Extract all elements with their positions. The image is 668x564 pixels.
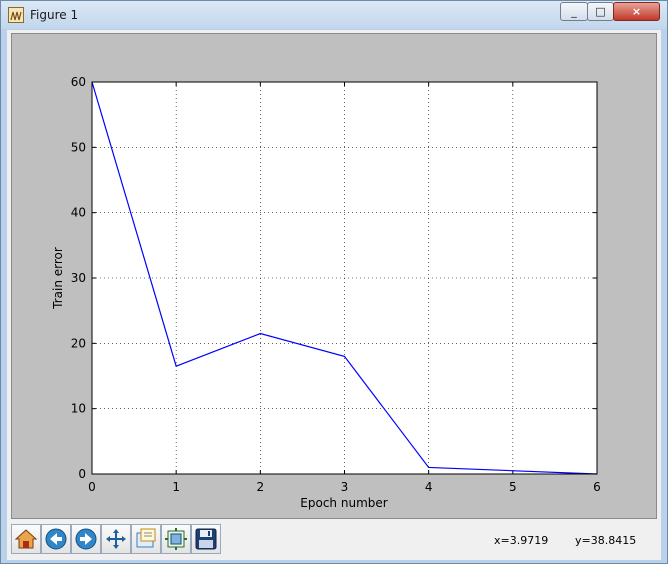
- floppy-disk-icon: [195, 528, 217, 550]
- home-button[interactable]: [11, 524, 41, 554]
- minimize-button[interactable]: _: [560, 2, 588, 21]
- forward-button[interactable]: [71, 524, 101, 554]
- x-tick-label: 5: [509, 480, 517, 494]
- x-tick-label: 6: [593, 480, 601, 494]
- window-title: Figure 1: [30, 8, 79, 22]
- line-chart: 0 1 2 3 4 5 60102030405060 Epoch number Train …: [51, 75, 601, 510]
- x-tick-label: 4: [425, 480, 433, 494]
- zoom-button[interactable]: [131, 524, 161, 554]
- home-icon: [14, 529, 38, 549]
- y-tick-label: 50: [71, 140, 86, 154]
- forward-arrow-icon: [75, 528, 97, 550]
- maximize-button[interactable]: □: [587, 2, 614, 21]
- back-arrow-icon: [45, 528, 67, 550]
- window-client-area: 0 1 2 3 4 5 6 0 10 20 30 40 50 60 Epoch number Train …: [7, 30, 661, 560]
- y-tick-label: 0: [78, 467, 86, 481]
- back-button[interactable]: [41, 524, 71, 554]
- x-tick-label: 2: [257, 480, 265, 494]
- pan-button[interactable]: [101, 524, 131, 554]
- zoom-rect-icon: [136, 528, 156, 548]
- subplots-button[interactable]: [161, 524, 191, 554]
- y-axis-label: Train error: [51, 247, 65, 310]
- minimize-icon: _: [571, 5, 577, 18]
- y-tick-label: 30: [71, 271, 86, 285]
- figure-window: Figure 1 _ □ × 0 1 2 3 4 5 6 0 10 20 30 40 50 60 Epoc…: [0, 0, 668, 564]
- title-bar[interactable]: Figure 1 _ □ ×: [1, 1, 667, 29]
- close-button[interactable]: ×: [613, 2, 660, 21]
- y-tick-label: 20: [71, 336, 86, 350]
- y-tick-label: 10: [71, 402, 86, 416]
- pan-arrows-icon: [106, 529, 126, 549]
- close-icon: ×: [631, 5, 642, 18]
- x-tick-label: 1: [172, 480, 180, 494]
- navigation-toolbar: x=3.9719 y=38.8415: [7, 521, 661, 560]
- x-tick-label: 3: [341, 480, 349, 494]
- cursor-y-readout: y=38.8415: [575, 534, 637, 547]
- y-tick-label: 60: [71, 75, 86, 89]
- maximize-icon: □: [595, 5, 606, 18]
- y-tick-label: 40: [71, 206, 86, 220]
- cursor-x-readout: x=3.9719: [494, 534, 549, 547]
- x-axis-label: Epoch number: [300, 496, 387, 510]
- figure-canvas[interactable]: 0 1 2 3 4 5 6 0 10 20 30 40 50 60 Epoch number Train …: [11, 33, 657, 519]
- save-button[interactable]: [191, 524, 221, 554]
- subplots-icon: [165, 528, 187, 550]
- x-tick-label: 0: [88, 480, 96, 494]
- matplotlib-app-icon: [8, 7, 24, 23]
